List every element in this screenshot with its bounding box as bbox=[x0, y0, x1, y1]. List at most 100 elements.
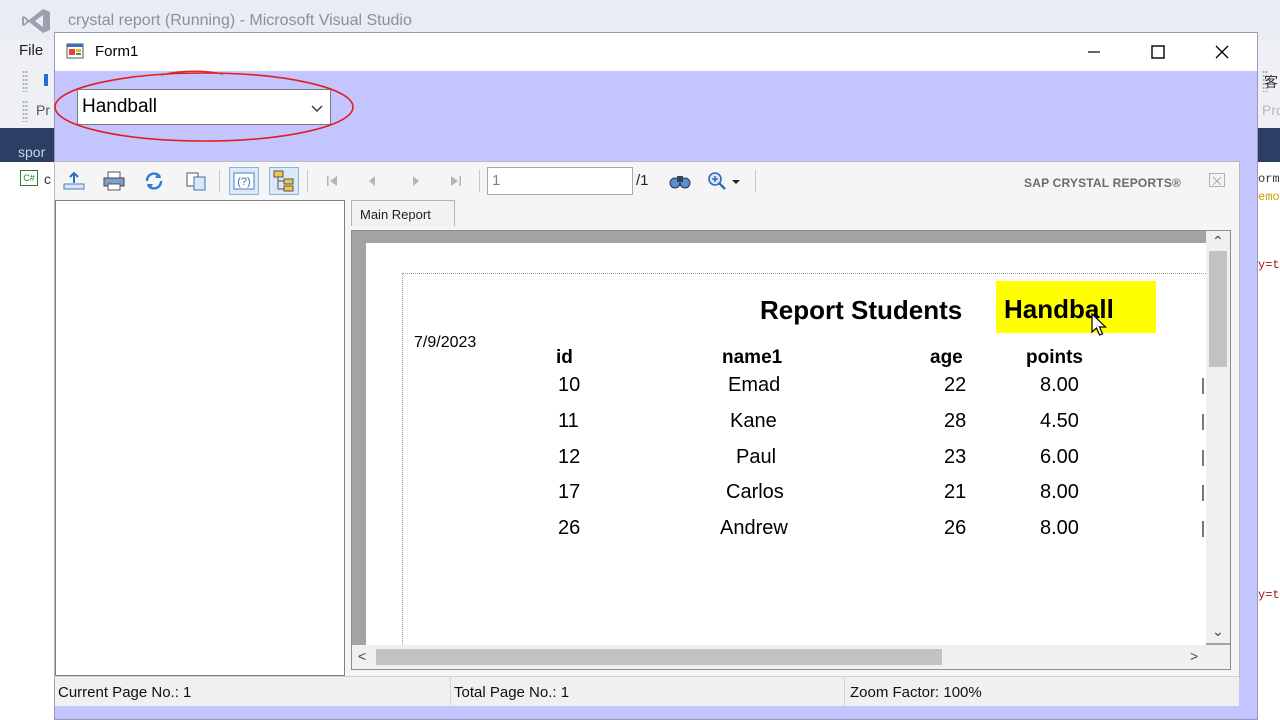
status-current-page: Current Page No.: 1 bbox=[55, 677, 451, 707]
cell-points: 8.00 bbox=[1040, 517, 1079, 539]
toolbar-separator bbox=[307, 170, 308, 192]
horizontal-scrollbar[interactable]: < > bbox=[352, 645, 1230, 669]
column-header-age: age bbox=[930, 347, 963, 368]
code-fragment: y=t bbox=[1258, 588, 1280, 602]
clipped-column bbox=[1202, 485, 1204, 501]
group-tree-icon bbox=[273, 170, 294, 192]
csharp-file-icon: C# bbox=[20, 170, 38, 186]
code-fragment: y=t bbox=[1258, 258, 1280, 272]
sport-combobox-value: Handball bbox=[82, 96, 157, 117]
first-page-icon bbox=[327, 176, 337, 186]
previous-page-button[interactable] bbox=[357, 167, 387, 195]
zoom-icon bbox=[708, 172, 740, 190]
close-icon bbox=[1215, 45, 1229, 59]
toolbar-button[interactable] bbox=[44, 74, 48, 86]
next-page-button[interactable] bbox=[401, 167, 431, 195]
cell-name: Andrew bbox=[720, 517, 788, 539]
close-button[interactable] bbox=[1191, 33, 1253, 71]
toolbar-label: Pr bbox=[36, 102, 50, 118]
scroll-up-icon[interactable]: ⌃ bbox=[1212, 233, 1224, 250]
vertical-scroll-thumb[interactable] bbox=[1209, 251, 1227, 367]
vs-document-tab[interactable]: spor bbox=[18, 144, 45, 160]
tab-main-report-label: Main Report bbox=[360, 207, 431, 222]
last-page-button[interactable] bbox=[441, 167, 471, 195]
mouse-cursor-icon bbox=[1091, 313, 1107, 336]
cell-age: 21 bbox=[944, 481, 967, 503]
cell-id: 11 bbox=[558, 410, 579, 432]
toggle-group-tree-button[interactable] bbox=[269, 167, 299, 195]
column-header-name: name1 bbox=[722, 347, 783, 368]
viewer-close-button[interactable] bbox=[1209, 173, 1225, 187]
visual-studio-logo bbox=[22, 9, 50, 33]
export-button[interactable] bbox=[59, 167, 89, 195]
cell-age: 22 bbox=[944, 374, 967, 396]
sap-crystal-brand: SAP CRYSTAL REPORTS® bbox=[1024, 176, 1182, 190]
cell-age: 23 bbox=[944, 446, 967, 468]
cell-age: 28 bbox=[944, 410, 967, 432]
form-titlebar: Form1 bbox=[55, 33, 1257, 71]
column-header-id: id bbox=[556, 347, 573, 368]
form1-window: Form1 Handball (?) 1 /1 SAP CRYSTAL REPO… bbox=[54, 32, 1258, 720]
report-preview-area: Report Students Handball 7/9/2023 id nam… bbox=[351, 230, 1231, 670]
tab-main-report[interactable]: Main Report bbox=[351, 200, 455, 226]
page-number-value: 1 bbox=[492, 172, 501, 189]
horizontal-scroll-thumb[interactable] bbox=[376, 649, 942, 665]
clipped-column bbox=[1202, 521, 1204, 537]
report-page: Report Students Handball 7/9/2023 id nam… bbox=[366, 243, 1212, 657]
column-header-points: points bbox=[1026, 347, 1083, 368]
refresh-icon bbox=[145, 172, 163, 190]
vertical-scrollbar[interactable]: ⌃ ⌄ bbox=[1206, 231, 1230, 643]
scroll-down-icon[interactable]: ⌄ bbox=[1212, 623, 1224, 640]
scroll-left-icon[interactable]: < bbox=[358, 648, 366, 664]
toolbar-grip[interactable] bbox=[22, 70, 28, 92]
cell-name: Emad bbox=[728, 374, 781, 396]
chevron-down-icon[interactable] bbox=[310, 102, 324, 114]
toolbar-label: Pro bbox=[1262, 102, 1280, 118]
cell-id: 12 bbox=[558, 446, 581, 468]
print-icon bbox=[103, 171, 125, 191]
cell-name: Carlos bbox=[726, 481, 784, 503]
clipped-column bbox=[1202, 414, 1204, 430]
help-button[interactable]: (?) bbox=[229, 167, 259, 195]
maximize-icon bbox=[1151, 45, 1165, 59]
vs-menu-file[interactable]: File bbox=[19, 42, 43, 59]
page-number-input[interactable]: 1 bbox=[487, 167, 633, 195]
toolbar-separator bbox=[755, 170, 756, 192]
toolbar-separator bbox=[479, 170, 480, 192]
cell-id: 17 bbox=[558, 481, 581, 503]
form-app-icon bbox=[66, 43, 84, 59]
cell-name: Paul bbox=[736, 446, 777, 468]
zoom-button[interactable] bbox=[703, 167, 747, 195]
toolbar-label: 客 bbox=[1264, 74, 1278, 90]
previous-page-icon bbox=[369, 176, 375, 186]
report-date: 7/9/2023 bbox=[414, 334, 477, 351]
cell-age: 26 bbox=[944, 517, 967, 539]
clipped-column bbox=[1202, 450, 1204, 466]
cell-name: Kane bbox=[730, 410, 777, 432]
report-sport-field[interactable]: Handball bbox=[996, 281, 1156, 333]
vs-editor-left bbox=[0, 162, 54, 720]
crystal-report-viewer: (?) 1 /1 SAP CRYSTAL REPORTS® Main Repor… bbox=[54, 161, 1240, 707]
toolbar-grip[interactable] bbox=[22, 100, 28, 122]
close-icon bbox=[1212, 176, 1222, 186]
code-fragment: emo bbox=[1258, 190, 1280, 204]
status-total-page: Total Page No.: 1 bbox=[451, 677, 845, 707]
print-button[interactable] bbox=[99, 167, 129, 195]
help-icon: (?) bbox=[233, 172, 255, 190]
sport-combobox[interactable]: Handball bbox=[77, 89, 331, 125]
copy-button[interactable] bbox=[181, 167, 211, 195]
vs-editor-right bbox=[1258, 162, 1280, 720]
form-title: Form1 bbox=[95, 43, 139, 60]
next-page-icon bbox=[413, 176, 419, 186]
viewer-toolbar: (?) 1 /1 SAP CRYSTAL REPORTS® bbox=[55, 162, 1239, 200]
vs-window-title: crystal report (Running) - Microsoft Vis… bbox=[68, 12, 412, 29]
group-tree-panel[interactable] bbox=[55, 200, 345, 676]
maximize-button[interactable] bbox=[1127, 33, 1189, 71]
find-button[interactable] bbox=[665, 167, 695, 195]
first-page-button[interactable] bbox=[317, 167, 347, 195]
toolbar-separator bbox=[219, 170, 220, 192]
vs-file-name: c bbox=[44, 171, 51, 187]
minimize-button[interactable] bbox=[1063, 33, 1125, 71]
refresh-button[interactable] bbox=[139, 167, 169, 195]
scroll-right-icon[interactable]: > bbox=[1190, 648, 1198, 664]
